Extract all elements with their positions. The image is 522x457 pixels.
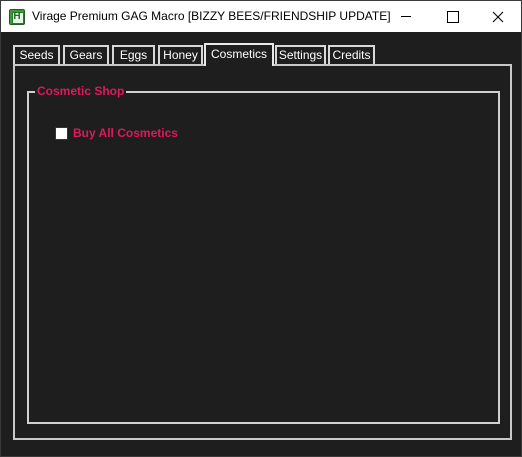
buy-all-cosmetics-label[interactable]: Buy All Cosmetics	[73, 126, 178, 141]
tab-panel-cosmetics: Cosmetic Shop Buy All Cosmetics	[13, 64, 512, 440]
close-button[interactable]	[475, 1, 521, 32]
group-title: Cosmetic Shop	[35, 84, 127, 98]
maximize-button[interactable]	[429, 1, 475, 32]
tab-settings[interactable]: Settings	[275, 45, 326, 65]
tab-strip: Seeds Gears Eggs Honey Cosmetics Setting…	[13, 43, 513, 66]
tab-honey[interactable]: Honey	[158, 45, 203, 65]
app-icon: H	[9, 9, 25, 25]
tab-cosmetics[interactable]: Cosmetics	[204, 43, 274, 66]
tab-seeds[interactable]: Seeds	[13, 45, 60, 65]
tab-gears[interactable]: Gears	[63, 45, 109, 65]
tab-credits[interactable]: Credits	[328, 45, 375, 65]
cosmetic-shop-group: Cosmetic Shop Buy All Cosmetics	[27, 84, 500, 424]
minimize-button[interactable]	[383, 1, 429, 32]
title-bar[interactable]: H Virage Premium GAG Macro [BIZZY BEES/F…	[1, 1, 521, 32]
close-icon	[492, 11, 504, 23]
buy-all-cosmetics-checkbox[interactable]	[55, 127, 68, 140]
window-title: Virage Premium GAG Macro [BIZZY BEES/FRI…	[32, 9, 391, 23]
app-window: H Virage Premium GAG Macro [BIZZY BEES/F…	[0, 0, 522, 457]
tab-eggs[interactable]: Eggs	[112, 45, 155, 65]
